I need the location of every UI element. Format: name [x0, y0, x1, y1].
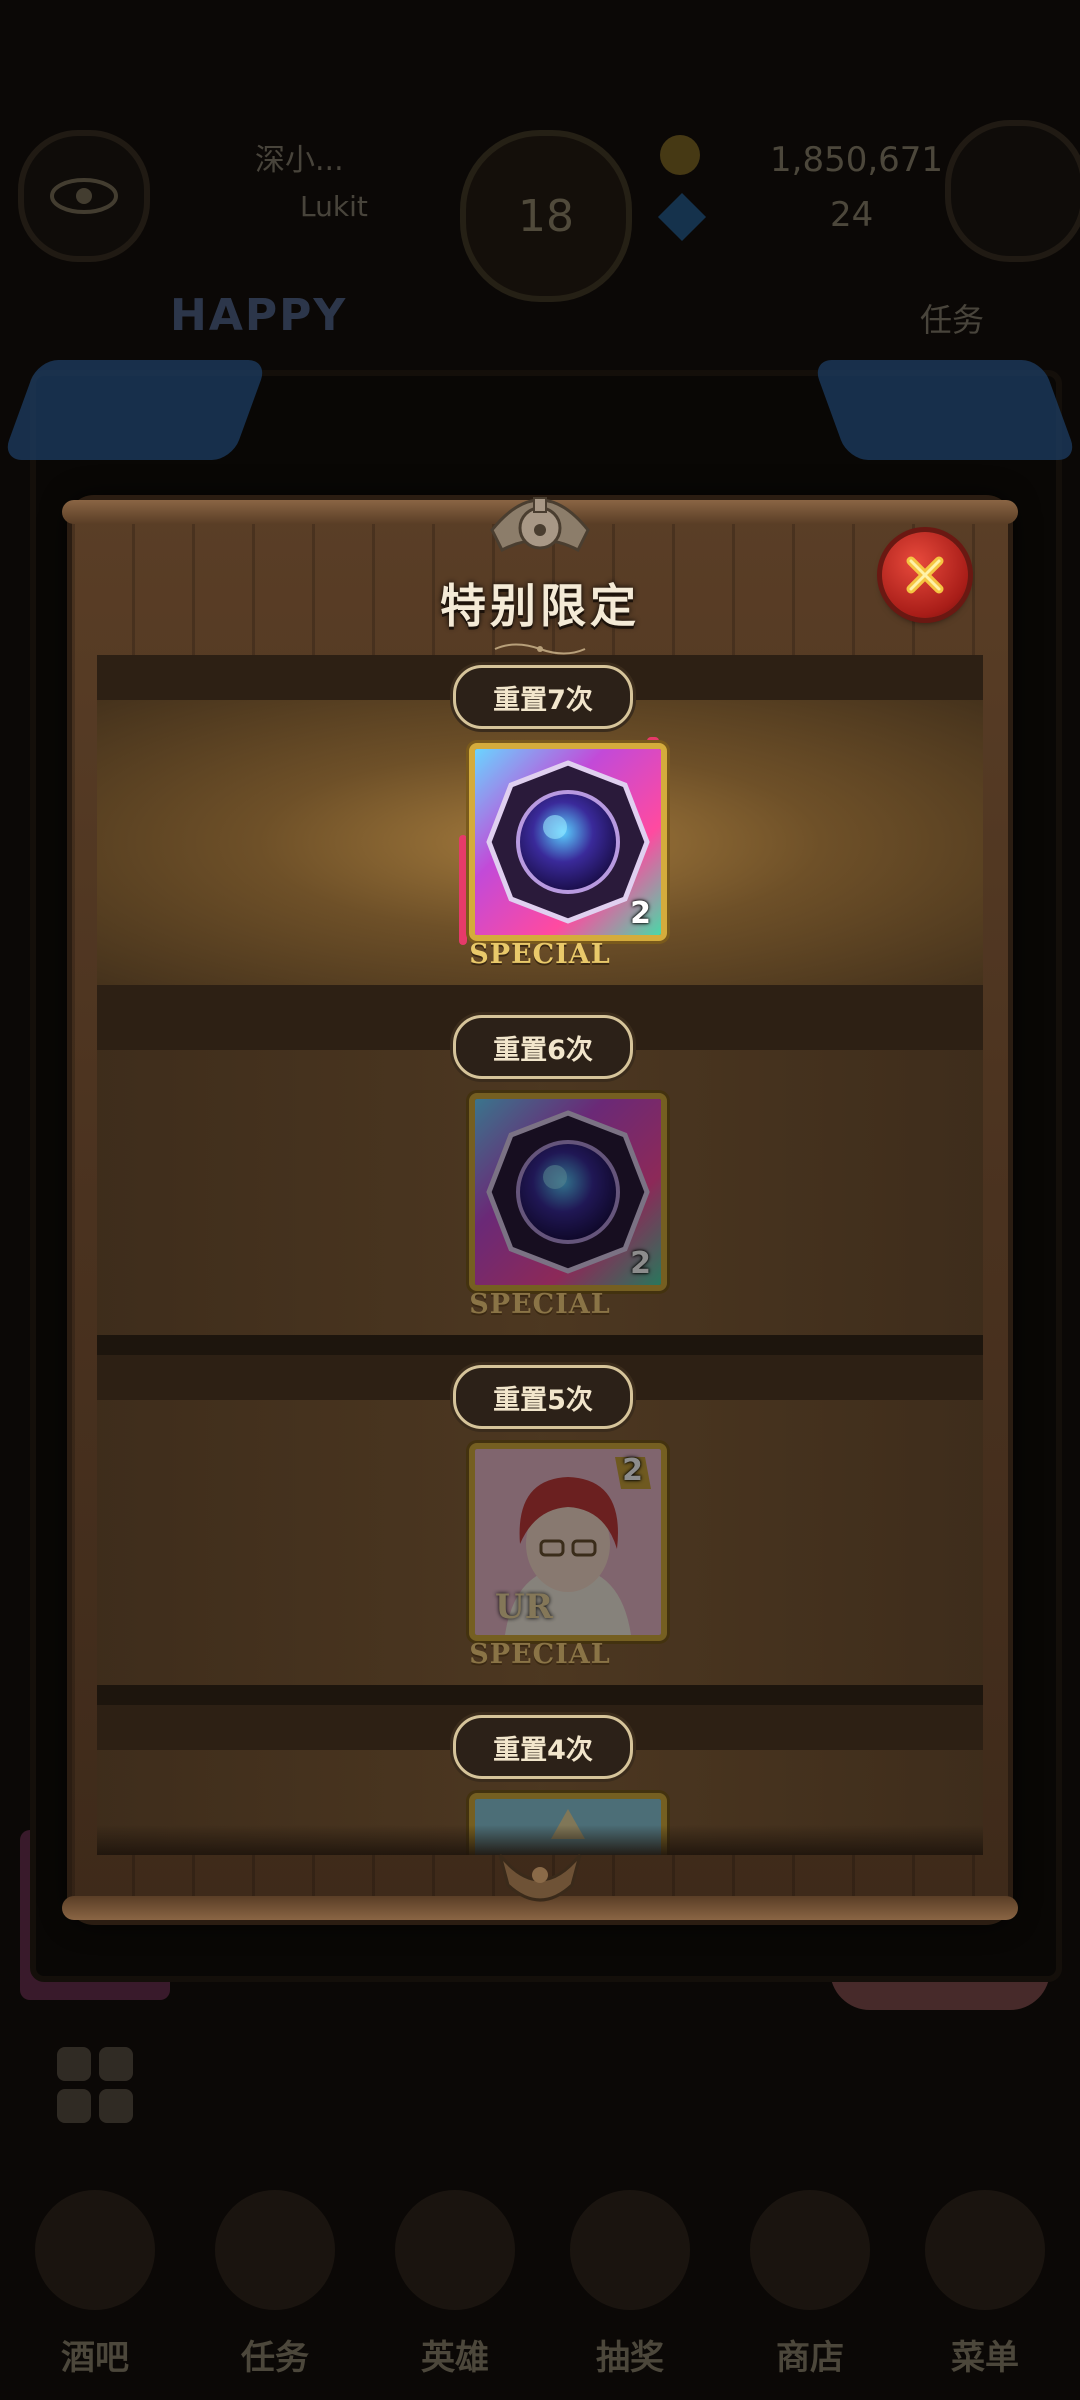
gold-amount: 1,850,671 — [770, 140, 944, 180]
list-item: 重置5次 UR 2 SPECIAL — [97, 1365, 983, 1705]
nav-tasks: 任务 — [190, 2180, 360, 2390]
rarity-label: UR — [495, 1587, 553, 1627]
nav-label: 英雄 — [421, 2338, 489, 2378]
reset-count-label: 重置5次 — [453, 1365, 633, 1429]
gold-coin-icon — [660, 135, 700, 175]
list-item: 重置7次 2 SPECIAL — [97, 665, 983, 1005]
item-count: 2 — [622, 1453, 643, 1488]
gem-amount: 24 — [830, 195, 874, 235]
nav-heroes: 英雄 — [370, 2180, 540, 2390]
ribbon-decoration — [811, 360, 1079, 460]
nav-shop: 商店 — [725, 2180, 895, 2390]
event-banner: HAPPY — [170, 290, 348, 341]
player-name: 深小... — [255, 143, 344, 178]
ribbon-decoration — [1, 360, 269, 460]
reset-count-label: 重置7次 — [453, 665, 633, 729]
reward-item-card[interactable]: 2 — [469, 1093, 667, 1291]
gem-icon — [657, 192, 707, 242]
mail-icon — [945, 120, 1080, 262]
nav-label: 商店 — [776, 2338, 844, 2378]
item-count: 2 — [630, 1246, 651, 1281]
item-count: 2 — [630, 896, 651, 931]
close-icon — [906, 556, 944, 594]
reset-count-label: 重置4次 — [453, 1715, 633, 1779]
eye-icon — [18, 130, 150, 262]
bottom-navigation: 酒吧 任务 英雄 抽奖 商店 菜单 — [0, 2180, 1080, 2400]
shop-icon — [750, 2190, 870, 2310]
player-subtitle: Lukit — [300, 190, 368, 223]
bottom-ornament-icon — [498, 1854, 582, 1902]
reward-item-card[interactable]: UR 2 — [469, 1443, 667, 1641]
tasks-icon — [215, 2190, 335, 2310]
nav-draw: 抽奖 — [545, 2180, 715, 2390]
highlight-accent — [459, 835, 467, 945]
grid-menu-icon — [57, 2047, 133, 2123]
task-label: 任务 — [920, 301, 985, 339]
heroes-icon — [395, 2190, 515, 2310]
top-status-bar: 深小... Lukit 18 1,850,671 24 — [0, 90, 1080, 302]
list-item: 重置6次 2 SPECIAL — [97, 1015, 983, 1355]
nav-menu: 菜单 — [900, 2180, 1070, 2390]
special-tag: SPECIAL — [469, 939, 611, 970]
nav-label: 菜单 — [951, 2338, 1019, 2378]
menu-icon — [925, 2190, 1045, 2310]
special-tag: SPECIAL — [469, 1289, 611, 1320]
nav-label: 任务 — [241, 2338, 309, 2378]
reward-list[interactable]: 重置7次 2 SPECIAL 重置6次 2 SPECIAL 重置5次 UR 2 … — [97, 655, 983, 1855]
bar-icon — [35, 2190, 155, 2310]
potion-ornament-icon — [490, 497, 590, 553]
nav-bar: 酒吧 — [10, 2180, 180, 2390]
close-button[interactable] — [882, 532, 968, 618]
modal-title: 特别限定 — [440, 579, 640, 633]
nav-label: 抽奖 — [596, 2338, 664, 2378]
reset-count-label: 重置6次 — [453, 1015, 633, 1079]
special-tag: SPECIAL — [469, 1639, 611, 1670]
reward-item-card[interactable]: 2 — [469, 743, 667, 941]
draw-icon — [570, 2190, 690, 2310]
special-limited-modal: 特别限定 重置7次 2 SPECIAL 重置6次 2 SPECIAL 重置5次 … — [62, 480, 1018, 1940]
nav-label: 酒吧 — [61, 2338, 129, 2378]
row-divider — [97, 1685, 983, 1705]
player-level-badge: 18 — [460, 130, 632, 302]
row-divider — [97, 1335, 983, 1355]
